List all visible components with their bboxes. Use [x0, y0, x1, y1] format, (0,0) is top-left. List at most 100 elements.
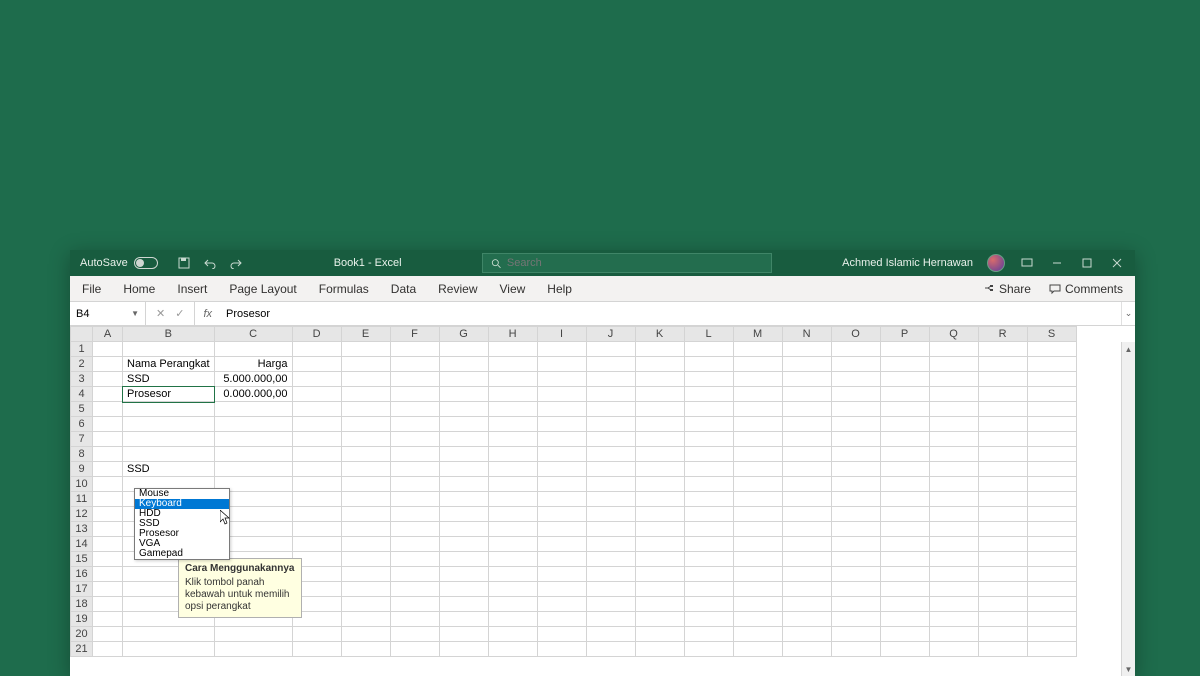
cell[interactable] — [880, 597, 929, 612]
cell[interactable] — [93, 597, 123, 612]
cell[interactable] — [292, 642, 341, 657]
cell[interactable] — [439, 462, 488, 477]
cell[interactable] — [1027, 597, 1076, 612]
cell[interactable] — [537, 387, 586, 402]
cell[interactable] — [733, 537, 782, 552]
col-header[interactable]: A — [93, 327, 123, 342]
cell[interactable] — [214, 342, 292, 357]
cell[interactable] — [880, 387, 929, 402]
col-header[interactable]: G — [439, 327, 488, 342]
cell[interactable] — [831, 342, 880, 357]
cell[interactable] — [586, 447, 635, 462]
row-header[interactable]: 1 — [71, 342, 93, 357]
cell[interactable] — [537, 447, 586, 462]
cell[interactable] — [929, 552, 978, 567]
row-header[interactable]: 17 — [71, 582, 93, 597]
cell[interactable] — [390, 612, 439, 627]
cell[interactable] — [684, 537, 733, 552]
cell[interactable] — [341, 492, 390, 507]
cell[interactable] — [292, 417, 341, 432]
cell[interactable] — [292, 537, 341, 552]
cell[interactable] — [214, 642, 292, 657]
cell[interactable] — [439, 447, 488, 462]
row-header[interactable]: 6 — [71, 417, 93, 432]
cell[interactable] — [782, 357, 831, 372]
cell[interactable] — [586, 387, 635, 402]
cell[interactable] — [929, 507, 978, 522]
row-header[interactable]: 21 — [71, 642, 93, 657]
formula-input[interactable] — [220, 308, 1121, 320]
cell[interactable] — [733, 357, 782, 372]
cell[interactable] — [341, 402, 390, 417]
cell[interactable] — [439, 522, 488, 537]
cell[interactable] — [684, 417, 733, 432]
cell[interactable] — [831, 492, 880, 507]
cell[interactable] — [93, 567, 123, 582]
cell[interactable] — [978, 537, 1027, 552]
cell[interactable] — [929, 462, 978, 477]
cell[interactable] — [439, 402, 488, 417]
cell[interactable] — [635, 417, 684, 432]
cell[interactable] — [488, 417, 537, 432]
cell[interactable] — [831, 507, 880, 522]
cell[interactable] — [978, 357, 1027, 372]
cell[interactable] — [537, 627, 586, 642]
cell[interactable] — [537, 417, 586, 432]
cell[interactable] — [1027, 642, 1076, 657]
cell[interactable] — [1027, 612, 1076, 627]
cell[interactable] — [635, 447, 684, 462]
cell[interactable] — [341, 537, 390, 552]
cell[interactable] — [292, 357, 341, 372]
cell[interactable] — [586, 432, 635, 447]
cell[interactable] — [341, 417, 390, 432]
tab-page-layout[interactable]: Page Layout — [229, 282, 296, 296]
data-validation-dropdown[interactable]: MouseKeyboardHDDSSDProsesorVGAGamepad — [134, 488, 230, 560]
row-header[interactable]: 13 — [71, 522, 93, 537]
cell[interactable] — [488, 492, 537, 507]
cell[interactable] — [586, 537, 635, 552]
cell[interactable] — [978, 507, 1027, 522]
cell[interactable] — [390, 522, 439, 537]
cell[interactable] — [123, 627, 215, 642]
row-header[interactable]: 20 — [71, 627, 93, 642]
share-button[interactable]: Share — [983, 282, 1031, 296]
cell[interactable] — [214, 462, 292, 477]
cell[interactable] — [733, 402, 782, 417]
cell[interactable] — [929, 372, 978, 387]
cell[interactable] — [537, 507, 586, 522]
cell[interactable] — [978, 642, 1027, 657]
cell[interactable] — [635, 567, 684, 582]
cell[interactable] — [635, 357, 684, 372]
cell[interactable] — [684, 507, 733, 522]
cell[interactable] — [635, 507, 684, 522]
row-header[interactable]: 12 — [71, 507, 93, 522]
row-header[interactable]: 19 — [71, 612, 93, 627]
cell[interactable] — [390, 642, 439, 657]
cell[interactable] — [684, 612, 733, 627]
cell[interactable] — [537, 477, 586, 492]
row-header[interactable]: 18 — [71, 597, 93, 612]
cell[interactable] — [635, 522, 684, 537]
cell[interactable] — [635, 537, 684, 552]
cell[interactable] — [1027, 567, 1076, 582]
cell[interactable] — [341, 372, 390, 387]
cell[interactable] — [978, 432, 1027, 447]
cell[interactable] — [733, 462, 782, 477]
cell[interactable]: SSD — [123, 462, 215, 477]
cell[interactable] — [1027, 342, 1076, 357]
cell[interactable] — [831, 372, 880, 387]
cell[interactable] — [537, 552, 586, 567]
cell[interactable] — [880, 372, 929, 387]
cell[interactable] — [341, 342, 390, 357]
cell[interactable] — [488, 642, 537, 657]
cell[interactable] — [978, 402, 1027, 417]
cell[interactable] — [782, 447, 831, 462]
cell[interactable] — [390, 387, 439, 402]
cell[interactable] — [341, 522, 390, 537]
tab-formulas[interactable]: Formulas — [319, 282, 369, 296]
cell[interactable] — [684, 372, 733, 387]
cell[interactable] — [684, 387, 733, 402]
cell[interactable] — [684, 642, 733, 657]
cell[interactable] — [341, 612, 390, 627]
cell[interactable] — [488, 567, 537, 582]
